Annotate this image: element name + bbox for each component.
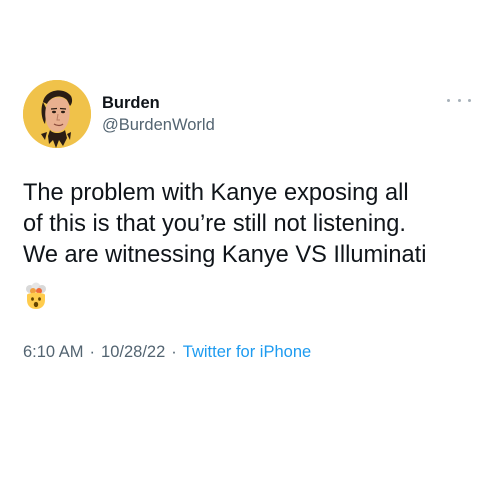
avatar-portrait-icon [23, 80, 91, 148]
tweet-text-line: We are witnessing Kanye VS Illuminati [23, 242, 427, 268]
tweet-time[interactable]: 6:10 AM [23, 343, 84, 361]
exploding-head-icon [26, 282, 46, 309]
dot [468, 98, 471, 102]
tweet-text-line: of this is that you’re still not listeni… [23, 211, 406, 237]
more-dots-icon[interactable] [447, 93, 471, 107]
tweet-date[interactable]: 10/28/22 [101, 343, 165, 361]
avatar[interactable] [23, 80, 91, 148]
dot [447, 98, 450, 102]
user-handle[interactable]: @BurdenWorld [102, 116, 215, 135]
display-name[interactable]: Burden [102, 94, 160, 113]
separator: · [171, 343, 177, 361]
tweet-source-link[interactable]: Twitter for iPhone [183, 343, 311, 361]
tweet-card: Burden @BurdenWorld The problem with Kan… [0, 0, 494, 500]
dot [457, 98, 461, 102]
tweet-meta: 6:10 AM · 10/28/22 · Twitter for iPhone [23, 343, 311, 362]
tweet-text: The problem with Kanye exposing all of t… [23, 178, 478, 271]
tweet-text-line: The problem with Kanye exposing all [23, 180, 409, 206]
separator: · [89, 343, 96, 361]
